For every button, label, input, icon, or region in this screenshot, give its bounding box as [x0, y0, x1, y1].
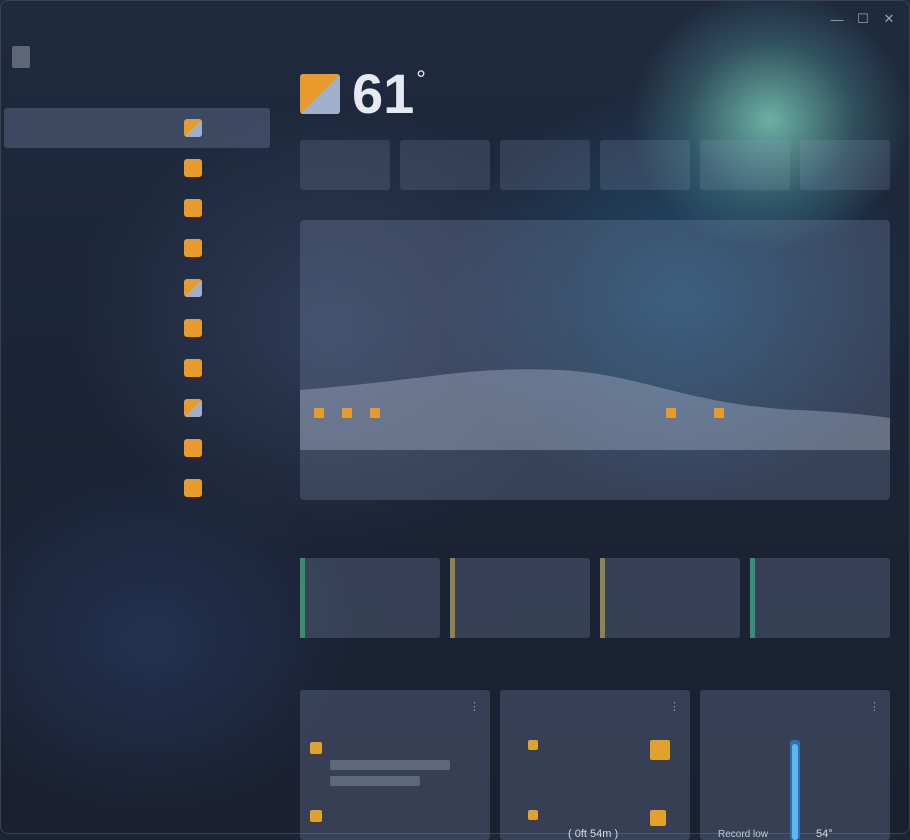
- wind-icon: [650, 740, 670, 760]
- current-temperature: 61: [352, 62, 415, 125]
- metric-tile[interactable]: [600, 140, 690, 190]
- location-item[interactable]: [4, 228, 270, 268]
- sunny-icon: [184, 319, 202, 337]
- wind-icon: [650, 810, 666, 826]
- sunny-icon: [666, 408, 676, 418]
- sunny-icon: [370, 408, 380, 418]
- sunny-icon: [314, 408, 324, 418]
- day-card-accent: [450, 558, 455, 638]
- location-item[interactable]: [4, 308, 270, 348]
- thermometer-bar: [790, 740, 800, 840]
- metric-tile[interactable]: [400, 140, 490, 190]
- temperature-unit[interactable]: °: [416, 66, 426, 94]
- current-conditions: 61 °: [300, 62, 440, 126]
- more-icon[interactable]: ⋮: [669, 700, 680, 713]
- location-icon: [12, 46, 30, 68]
- day-card[interactable]: [750, 558, 890, 638]
- sunny-icon: [184, 439, 202, 457]
- sunset-icon: [310, 810, 322, 822]
- day-card-accent: [600, 558, 605, 638]
- back-icon[interactable]: [12, 10, 30, 28]
- metric-tile[interactable]: [800, 140, 890, 190]
- sunny-icon: [714, 408, 724, 418]
- metric-tile[interactable]: [500, 140, 590, 190]
- sunset-text: [330, 776, 420, 786]
- location-item[interactable]: [4, 148, 270, 188]
- metrics-row: [300, 140, 890, 190]
- forecast-tabs: [310, 234, 350, 241]
- forecast-graph: [300, 369, 890, 450]
- wind-icon: [528, 810, 538, 820]
- more-icon[interactable]: ⋮: [469, 700, 480, 713]
- location-item[interactable]: [4, 188, 270, 228]
- sunrise-text: [330, 760, 450, 770]
- window-controls: — ☐ ✕: [826, 8, 900, 30]
- sunrise-icon: [310, 742, 322, 754]
- record-low-value: 54°: [816, 828, 833, 840]
- sun-card[interactable]: ⋮: [300, 690, 490, 840]
- location-item[interactable]: [4, 428, 270, 468]
- day-card-accent: [750, 558, 755, 638]
- location-item[interactable]: [4, 268, 270, 308]
- sunny-icon: [184, 479, 202, 497]
- partly-cloudy-icon: [300, 74, 340, 114]
- location-item[interactable]: [4, 468, 270, 508]
- metric-tile[interactable]: [700, 140, 790, 190]
- wind-icon: [528, 740, 538, 750]
- day-card[interactable]: [450, 558, 590, 638]
- metric-tile[interactable]: [300, 140, 390, 190]
- location-list: [4, 108, 270, 508]
- temperature-card[interactable]: ⋮ Record low 54°: [700, 690, 890, 840]
- partly-cloudy-icon: [184, 279, 202, 297]
- day-card-accent: [300, 558, 305, 638]
- record-low-label: Record low: [718, 829, 769, 840]
- sunny-icon: [342, 408, 352, 418]
- hourly-forecast-card: [300, 220, 890, 500]
- location-item[interactable]: [4, 388, 270, 428]
- sunny-icon: [184, 159, 202, 177]
- maximize-button[interactable]: ☐: [852, 8, 874, 30]
- sunny-icon: [184, 359, 202, 377]
- location-item[interactable]: [4, 108, 270, 148]
- day-card[interactable]: [300, 558, 440, 638]
- wind-card[interactable]: ⋮ ( 0ft 54m ): [500, 690, 690, 840]
- more-icon[interactable]: ⋮: [869, 700, 880, 713]
- sunny-icon: [184, 239, 202, 257]
- forecast-curve: [300, 369, 890, 450]
- altitude-label: ( 0ft 54m ): [568, 828, 619, 840]
- sunny-icon: [184, 199, 202, 217]
- location-item[interactable]: [4, 348, 270, 388]
- day-card[interactable]: [600, 558, 740, 638]
- sidebar-header: [12, 46, 40, 68]
- partly-cloudy-icon: [184, 399, 202, 417]
- close-button[interactable]: ✕: [878, 8, 900, 30]
- partly-cloudy-icon: [184, 119, 202, 137]
- minimize-button[interactable]: —: [826, 8, 848, 30]
- detail-cards-row: ⋮ ⋮ ( 0ft 54m ) ⋮ Record low 54°: [300, 690, 890, 840]
- day-cards-row: [300, 558, 890, 638]
